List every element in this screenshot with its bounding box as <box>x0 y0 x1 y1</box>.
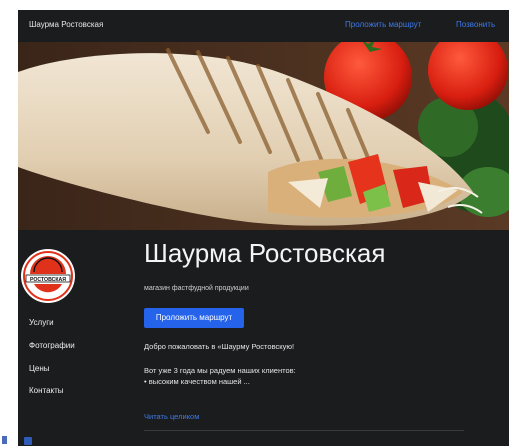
nav-route-link[interactable]: Проложить маршрут <box>345 20 421 29</box>
page-title: Шаурма Ростовская <box>144 238 386 268</box>
app-icon[interactable] <box>24 437 32 445</box>
sidebar-item-photos[interactable]: Фотографии <box>29 341 75 350</box>
business-logo: РОСТОВСКАЯ <box>20 248 76 304</box>
business-page: Шаурма Ростовская Проложить маршрут Позв… <box>18 10 509 446</box>
shawarma-photo <box>18 42 509 230</box>
logo-text: РОСТОВСКАЯ <box>30 277 66 283</box>
welcome-text: Добро пожаловать в «Шаурму Ростовскую! <box>144 342 295 351</box>
route-button[interactable]: Проложить маршрут <box>144 308 244 328</box>
sidebar-item-services[interactable]: Услуги <box>29 318 54 327</box>
content-divider <box>144 430 464 431</box>
sidebar-item-prices[interactable]: Цены <box>29 364 50 373</box>
description-line-1: Вот уже 3 года мы радуем наших клиентов: <box>144 366 296 375</box>
page-subtitle: магазин фастфудной продукции <box>144 285 249 292</box>
browser-viewport: Шаурма Ростовская Проложить маршрут Позв… <box>0 0 511 446</box>
top-bar: Шаурма Ростовская Проложить маршрут Позв… <box>18 10 509 42</box>
logo-emblem-icon: РОСТОВСКАЯ <box>21 249 75 303</box>
hero-image <box>18 42 509 230</box>
sidebar-item-contacts[interactable]: Контакты <box>29 386 64 395</box>
brand-name: Шаурма Ростовская <box>29 20 104 29</box>
nav-call-link[interactable]: Позвонить <box>456 20 495 29</box>
taskbar-fragment-icon <box>2 436 7 444</box>
description-line-2: • высоким качеством нашей ... <box>144 377 250 386</box>
read-more-link[interactable]: Читать целиком <box>144 412 199 421</box>
